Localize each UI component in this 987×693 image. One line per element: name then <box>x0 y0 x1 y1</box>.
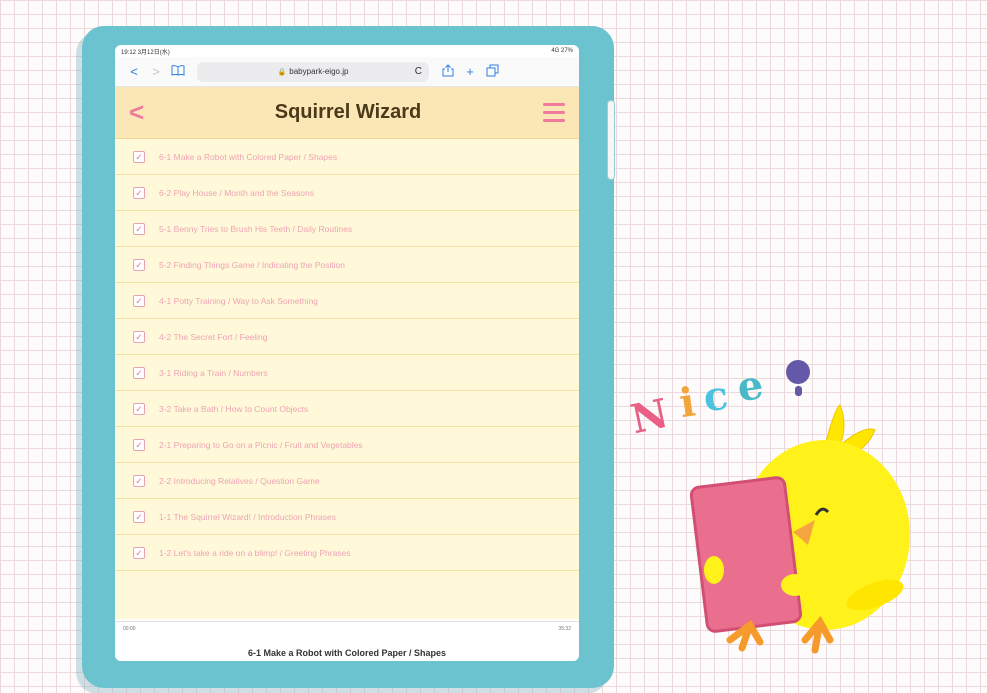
reload-icon[interactable]: C <box>415 66 422 77</box>
lesson-item[interactable]: ✓ 5-1 Benny Tries to Brush His Teeth / Da… <box>115 211 579 247</box>
lesson-label: 6-1 Make a Robot with Colored Paper / Sh… <box>159 151 338 162</box>
player-times: 00:00 35:32 <box>115 622 579 632</box>
url-text: babypark-eigo.jp <box>289 67 349 76</box>
back-chevron-icon[interactable]: < <box>129 97 153 128</box>
checkbox-icon[interactable]: ✓ <box>133 402 145 415</box>
lesson-label: 1-2 Let's take a ride on a blimp! / Gree… <box>159 547 351 558</box>
lesson-label: 6-2 Play House / Month and the Seasons <box>159 187 314 198</box>
lesson-label: 3-2 Take a Bath / How to Count Objects <box>159 403 309 414</box>
player-bar: 00:00 35:32 6-1 Make a Robot with Colore… <box>115 621 579 661</box>
lesson-item[interactable]: ✓ 6-2 Play House / Month and the Seasons <box>115 175 579 211</box>
lesson-list: ✓ 6-1 Make a Robot with Colored Paper / S… <box>115 139 579 619</box>
lesson-label: 2-2 Introducing Relatives / Question Gam… <box>159 475 320 486</box>
lesson-item[interactable]: ✓ 3-1 Riding a Train / Numbers <box>115 355 579 391</box>
tablet-screen: 19:12 3月12日(水) 4G 27% < > 🔒 babypark-eig… <box>115 45 579 661</box>
lesson-item[interactable]: ✓ 2-1 Preparing to Go on a Picnic / Fruit… <box>115 427 579 463</box>
share-icon[interactable] <box>437 63 459 80</box>
chick-illustration <box>690 404 910 654</box>
lesson-label: 4-1 Potty Training / Way to Ask Somethin… <box>159 295 318 306</box>
bookmarks-icon[interactable] <box>167 64 189 79</box>
checkbox-icon[interactable]: ✓ <box>133 330 145 343</box>
hamburger-menu-icon[interactable] <box>542 103 565 122</box>
browser-toolbar: < > 🔒 babypark-eigo.jp C + <box>115 57 579 87</box>
status-bar: 19:12 3月12日(水) 4G 27% <box>115 45 579 57</box>
now-playing-title: 6-1 Make a Robot with Colored Paper / Sh… <box>247 648 447 658</box>
status-time: 19:12 3月12日(水) <box>121 49 170 56</box>
tabs-icon[interactable] <box>481 64 503 80</box>
nice-letter: N <box>630 390 672 440</box>
lesson-label: 3-1 Riding a Train / Numbers <box>159 367 268 378</box>
lesson-item[interactable]: ✓ 1-1 The Squirrel Wizard! / Introduction… <box>115 499 579 535</box>
checkbox-icon[interactable]: ✓ <box>133 150 145 163</box>
page-title: Squirrel Wizard <box>274 101 422 123</box>
app-header: < Squirrel Wizard <box>115 87 579 139</box>
lesson-item[interactable]: ✓ 5-2 Finding Things Game / Indicating th… <box>115 247 579 283</box>
lesson-item[interactable]: ✓ 3-2 Take a Bath / How to Count Objects <box>115 391 579 427</box>
new-tab-icon[interactable]: + <box>459 64 481 79</box>
checkbox-icon[interactable]: ✓ <box>133 474 145 487</box>
lock-icon: 🔒 <box>277 68 287 76</box>
checkbox-icon[interactable]: ✓ <box>133 366 145 379</box>
checkbox-icon[interactable]: ✓ <box>133 510 145 523</box>
checkbox-icon[interactable]: ✓ <box>133 294 145 307</box>
lesson-label: 5-1 Benny Tries to Brush His Teeth / Dai… <box>159 223 353 234</box>
browser-forward-icon[interactable]: > <box>145 64 167 79</box>
elapsed-time: 00:00 <box>123 626 136 632</box>
browser-back-icon[interactable]: < <box>123 64 145 79</box>
lesson-label: 2-1 Preparing to Go on a Picnic / Fruit … <box>159 439 363 450</box>
checkbox-icon[interactable]: ✓ <box>133 258 145 271</box>
duration-time: 35:32 <box>558 626 571 632</box>
lesson-item[interactable]: ✓ 1-2 Let's take a ride on a blimp! / Gre… <box>115 535 579 571</box>
tablet-side-button <box>607 100 615 180</box>
lesson-item[interactable]: ✓ 2-2 Introducing Relatives / Question Ga… <box>115 463 579 499</box>
lesson-label: 4-2 The Secret Fort / Feeling <box>159 331 268 342</box>
checkbox-icon[interactable]: ✓ <box>133 186 145 199</box>
checkbox-icon[interactable]: ✓ <box>133 438 145 451</box>
address-bar[interactable]: 🔒 babypark-eigo.jp C <box>197 61 429 82</box>
checkbox-icon[interactable]: ✓ <box>133 222 145 235</box>
lesson-label: 5-2 Finding Things Game / Indicating the… <box>159 259 346 270</box>
lesson-item[interactable]: ✓ 4-1 Potty Training / Way to Ask Somethi… <box>115 283 579 319</box>
lesson-item[interactable]: ✓ 6-1 Make a Robot with Colored Paper / S… <box>115 139 579 175</box>
lesson-item[interactable]: ✓ 4-2 The Secret Fort / Feeling <box>115 319 579 355</box>
status-battery: 4G 27% <box>551 48 573 54</box>
lesson-label: 1-1 The Squirrel Wizard! / Introduction … <box>159 511 337 522</box>
checkbox-icon[interactable]: ✓ <box>133 546 145 559</box>
